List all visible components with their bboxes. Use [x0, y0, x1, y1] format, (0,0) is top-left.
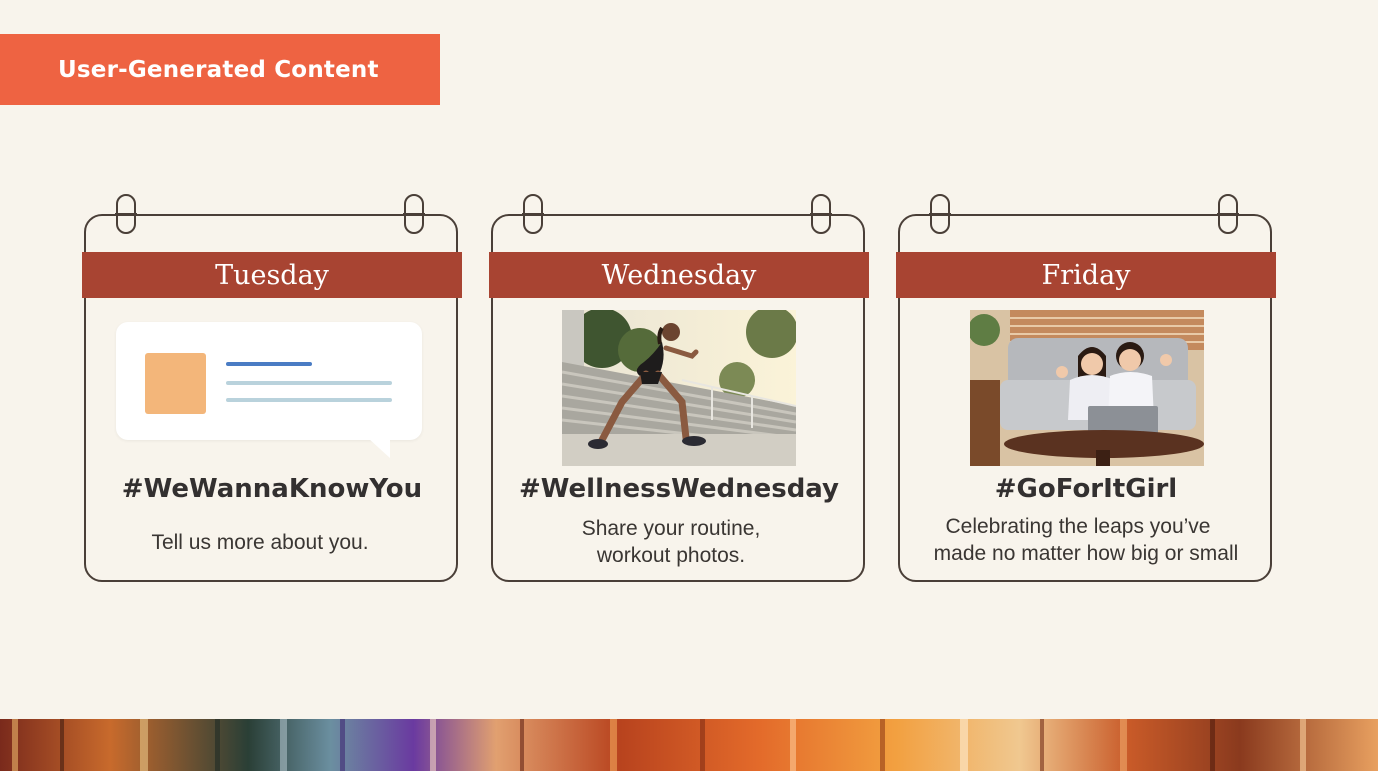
title-banner: User-Generated Content: [0, 34, 440, 105]
text-line: [226, 398, 392, 402]
slide: User-Generated Content Tuesday #WeWannaK…: [0, 0, 1378, 771]
page-title: User-Generated Content: [58, 56, 379, 83]
binder-ring-icon: [403, 194, 425, 234]
friends-laptop-illustration: [970, 310, 1204, 466]
day-header: Wednesday: [489, 252, 869, 298]
calendar-card-friday: Friday #GoForItGirl Celebrating the leap…: [896, 192, 1276, 588]
binder-ring-icon: [115, 194, 137, 234]
description: Celebrating the leaps you’ve made no mat…: [896, 513, 1276, 567]
description-line: workout photos.: [596, 544, 746, 567]
binder-ring-icon: [1217, 194, 1239, 234]
description-line: made no matter how big or small: [933, 542, 1239, 565]
workout-photo-illustration: [562, 310, 796, 466]
hashtag: #GoForItGirl: [994, 474, 1178, 504]
description-line: Celebrating the leaps you’ve: [945, 515, 1211, 538]
day-header: Tuesday: [82, 252, 462, 298]
calendar-card-tuesday: Tuesday #WeWannaKnowYou Tell us more abo…: [82, 192, 462, 588]
image-placeholder-icon: [145, 353, 206, 414]
binder-ring-icon: [810, 194, 832, 234]
text-line: [226, 362, 312, 366]
description-line: Share your routine,: [581, 517, 761, 540]
paint-brush-strip: [0, 719, 1378, 771]
workout-photo: [562, 310, 796, 466]
calendar-card-wednesday: Wednesday #WellnessWednesday Share your …: [489, 192, 869, 588]
text-line: [226, 381, 392, 385]
day-label: Tuesday: [215, 259, 329, 291]
hashtag: #WellnessWednesday: [518, 474, 839, 504]
abstract-paint-decoration: [0, 719, 1378, 771]
day-label: Friday: [1041, 259, 1131, 291]
binder-ring-icon: [929, 194, 951, 234]
day-label: Wednesday: [601, 259, 757, 291]
day-header: Friday: [896, 252, 1276, 298]
description-line: Tell us more about you.: [151, 531, 369, 554]
friends-laptop-photo: [970, 310, 1204, 466]
hashtag: #WeWannaKnowYou: [121, 474, 423, 504]
chat-bubble-icon: [116, 322, 422, 458]
description: Share your routine, workout photos.: [489, 515, 869, 569]
binder-ring-icon: [522, 194, 544, 234]
description: Tell us more about you.: [82, 529, 462, 556]
